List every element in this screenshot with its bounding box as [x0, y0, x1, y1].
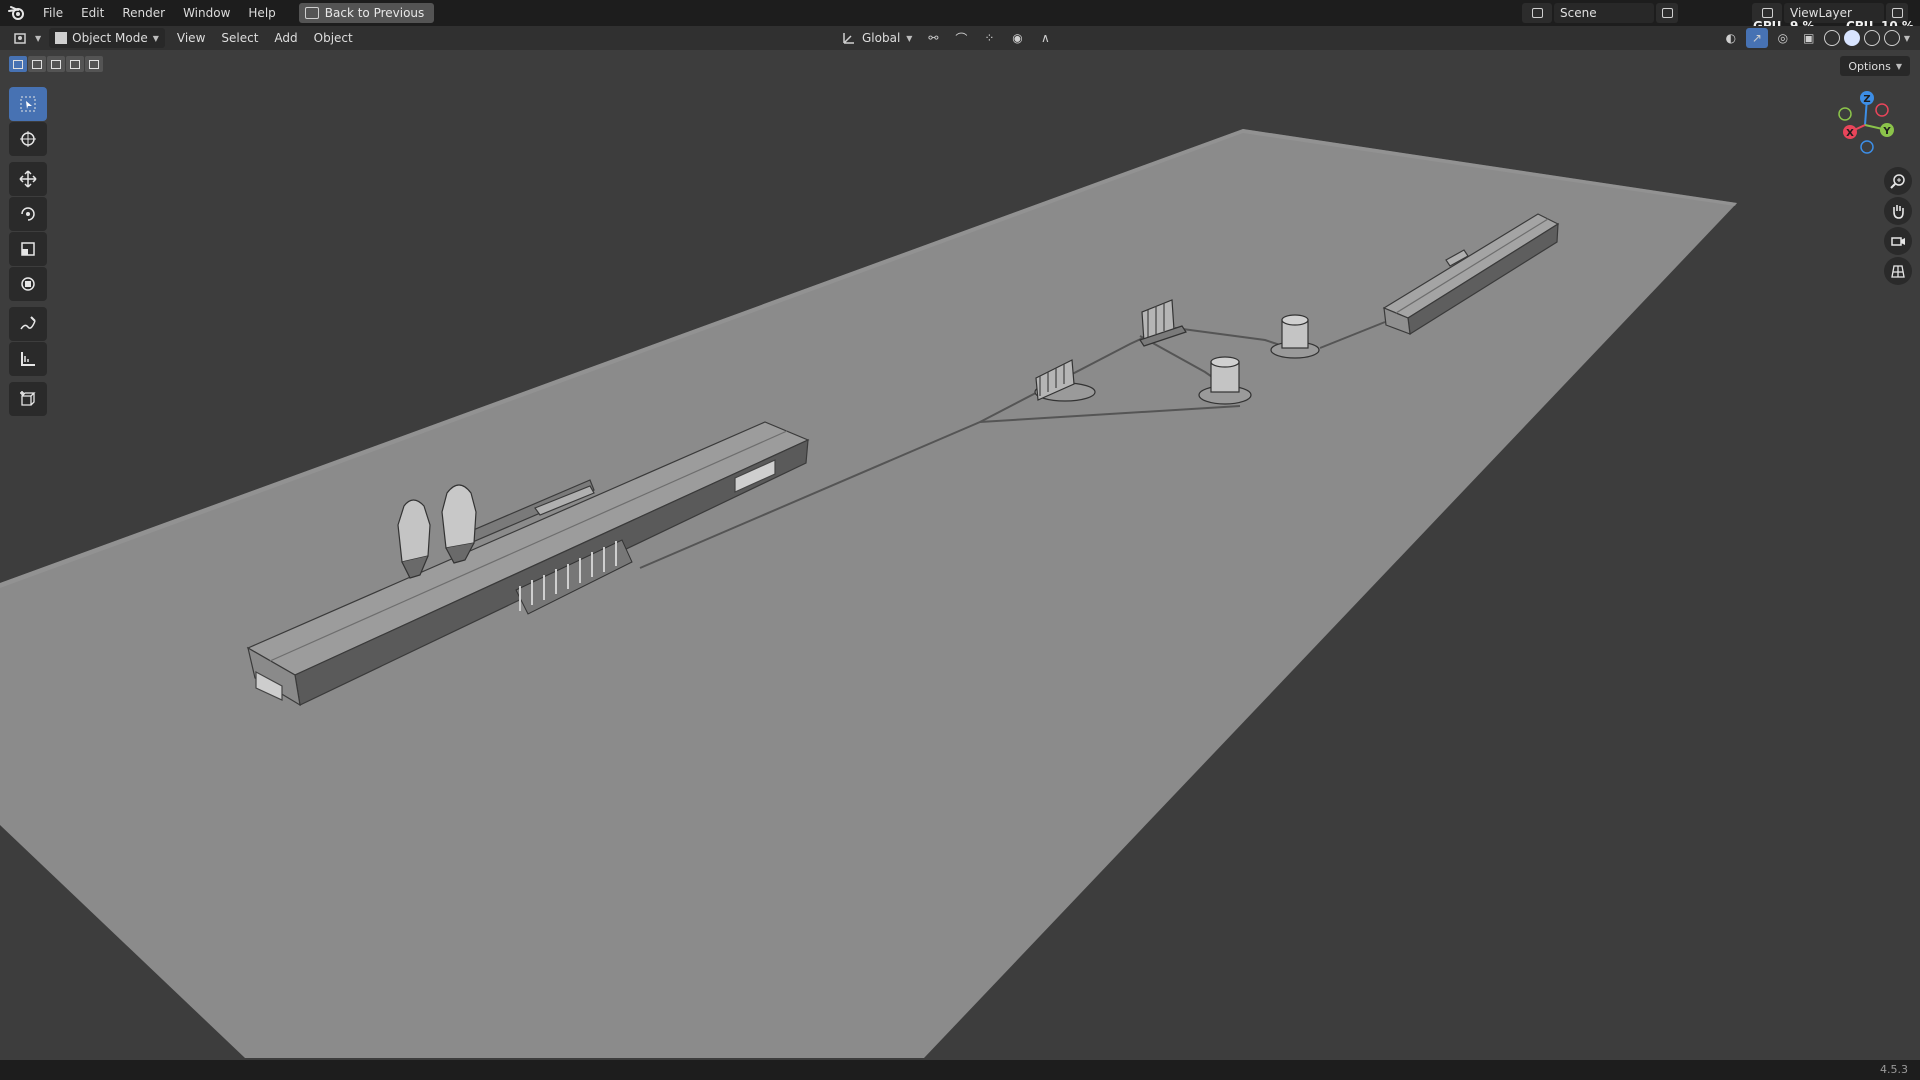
gizmo-axis-z: Z	[1863, 94, 1870, 105]
menu-window[interactable]: Window	[174, 0, 239, 26]
scene-selector: Scene	[1520, 3, 1678, 23]
pan-hand-icon[interactable]	[1884, 197, 1912, 225]
gizmo-axis-x: X	[1846, 128, 1854, 139]
annotate-tool-icon[interactable]	[9, 307, 47, 341]
viewport-display-controls: ◐ ↗ ◎ ▣ ▼	[1720, 28, 1910, 48]
add-cube-tool-icon[interactable]	[9, 382, 47, 416]
select-subtract-icon[interactable]	[47, 56, 65, 72]
object-mode-icon	[55, 32, 68, 44]
visibility-icon[interactable]: ◐	[1720, 28, 1742, 48]
gizmo-toggle-icon[interactable]: ↗	[1745, 28, 1768, 48]
xray-icon[interactable]: ▣	[1798, 28, 1820, 48]
snap-icon[interactable]: ⌒	[950, 28, 972, 48]
back-to-previous-label: Back to Previous	[324, 6, 425, 20]
editor-type-icon[interactable]: ▼	[0, 28, 45, 48]
move-tool-icon[interactable]	[9, 162, 47, 196]
select-new-icon[interactable]	[9, 56, 27, 72]
menu-edit[interactable]: Edit	[72, 0, 113, 26]
zoom-icon[interactable]	[1884, 167, 1912, 195]
select-intersect-icon[interactable]	[85, 56, 103, 72]
scene-render	[0, 129, 1737, 1058]
new-scene-icon[interactable]	[1656, 3, 1678, 23]
screen-icon	[304, 7, 319, 19]
menu-view[interactable]: View	[169, 28, 213, 48]
orientation-icon	[843, 33, 854, 44]
select-extend-icon[interactable]	[28, 56, 46, 72]
3d-viewport[interactable]: Options ▼ Z Y X	[0, 50, 1920, 1060]
pivot-point-icon[interactable]: ⚯	[922, 28, 944, 48]
falloff-icon[interactable]: ∧	[1034, 28, 1056, 48]
select-box-tool-icon[interactable]	[9, 87, 47, 121]
menu-object[interactable]: Object	[306, 28, 361, 48]
measure-tool-icon[interactable]	[9, 342, 47, 376]
viewport-header: ▼ Object Mode ▼ View Select Add Object G…	[0, 26, 1920, 50]
status-bar: 4.5.3	[0, 1060, 1920, 1080]
chevron-down-icon: ▼	[152, 33, 159, 43]
select-mode-buttons	[9, 56, 103, 72]
cursor-tool-icon[interactable]	[9, 122, 47, 156]
navigation-gizmo[interactable]: Z Y X	[1830, 90, 1900, 160]
menu-add[interactable]: Add	[266, 28, 305, 48]
camera-view-icon[interactable]	[1884, 227, 1912, 255]
gizmo-axis-y: Y	[1882, 126, 1891, 137]
material-shading-icon[interactable]	[1863, 30, 1880, 46]
snap-target-icon[interactable]: ⁘	[978, 28, 1000, 48]
back-to-previous-button[interactable]: Back to Previous	[298, 3, 435, 23]
menu-file[interactable]: File	[34, 0, 72, 26]
select-invert-icon[interactable]	[66, 56, 84, 72]
shading-options-chevron-icon[interactable]: ▼	[1904, 34, 1910, 43]
scale-tool-icon[interactable]	[9, 232, 47, 266]
transform-settings: Global ▼ ⚯ ⌒ ⁘ ◉ ∧	[838, 28, 1056, 48]
rotate-tool-icon[interactable]	[9, 197, 47, 231]
top-menu-bar: File Edit Render Window Help Back to Pre…	[0, 0, 1920, 26]
blender-logo-icon[interactable]	[0, 0, 34, 26]
transform-tool-icon[interactable]	[9, 267, 47, 301]
tool-shelf	[9, 87, 47, 417]
scene-browse-icon[interactable]	[1522, 3, 1552, 23]
menu-help[interactable]: Help	[239, 0, 284, 26]
menu-render[interactable]: Render	[113, 0, 174, 26]
wireframe-shading-icon[interactable]	[1823, 30, 1840, 46]
perspective-toggle-icon[interactable]	[1884, 257, 1912, 285]
object-mode-dropdown[interactable]: Object Mode ▼	[49, 28, 165, 48]
chevron-down-icon: ▼	[1895, 61, 1902, 71]
proportional-editing-icon[interactable]: ◉	[1006, 28, 1028, 48]
options-dropdown[interactable]: Options ▼	[1840, 56, 1910, 76]
menu-select[interactable]: Select	[213, 28, 266, 48]
solid-shading-icon[interactable]	[1843, 30, 1860, 46]
scene-name-field[interactable]: Scene	[1554, 3, 1654, 23]
rendered-shading-icon[interactable]	[1883, 30, 1900, 46]
transform-orientation-dropdown[interactable]: Global ▼	[838, 28, 916, 48]
overlays-icon[interactable]: ◎	[1772, 28, 1794, 48]
version-label: 4.5.3	[1880, 1063, 1908, 1076]
